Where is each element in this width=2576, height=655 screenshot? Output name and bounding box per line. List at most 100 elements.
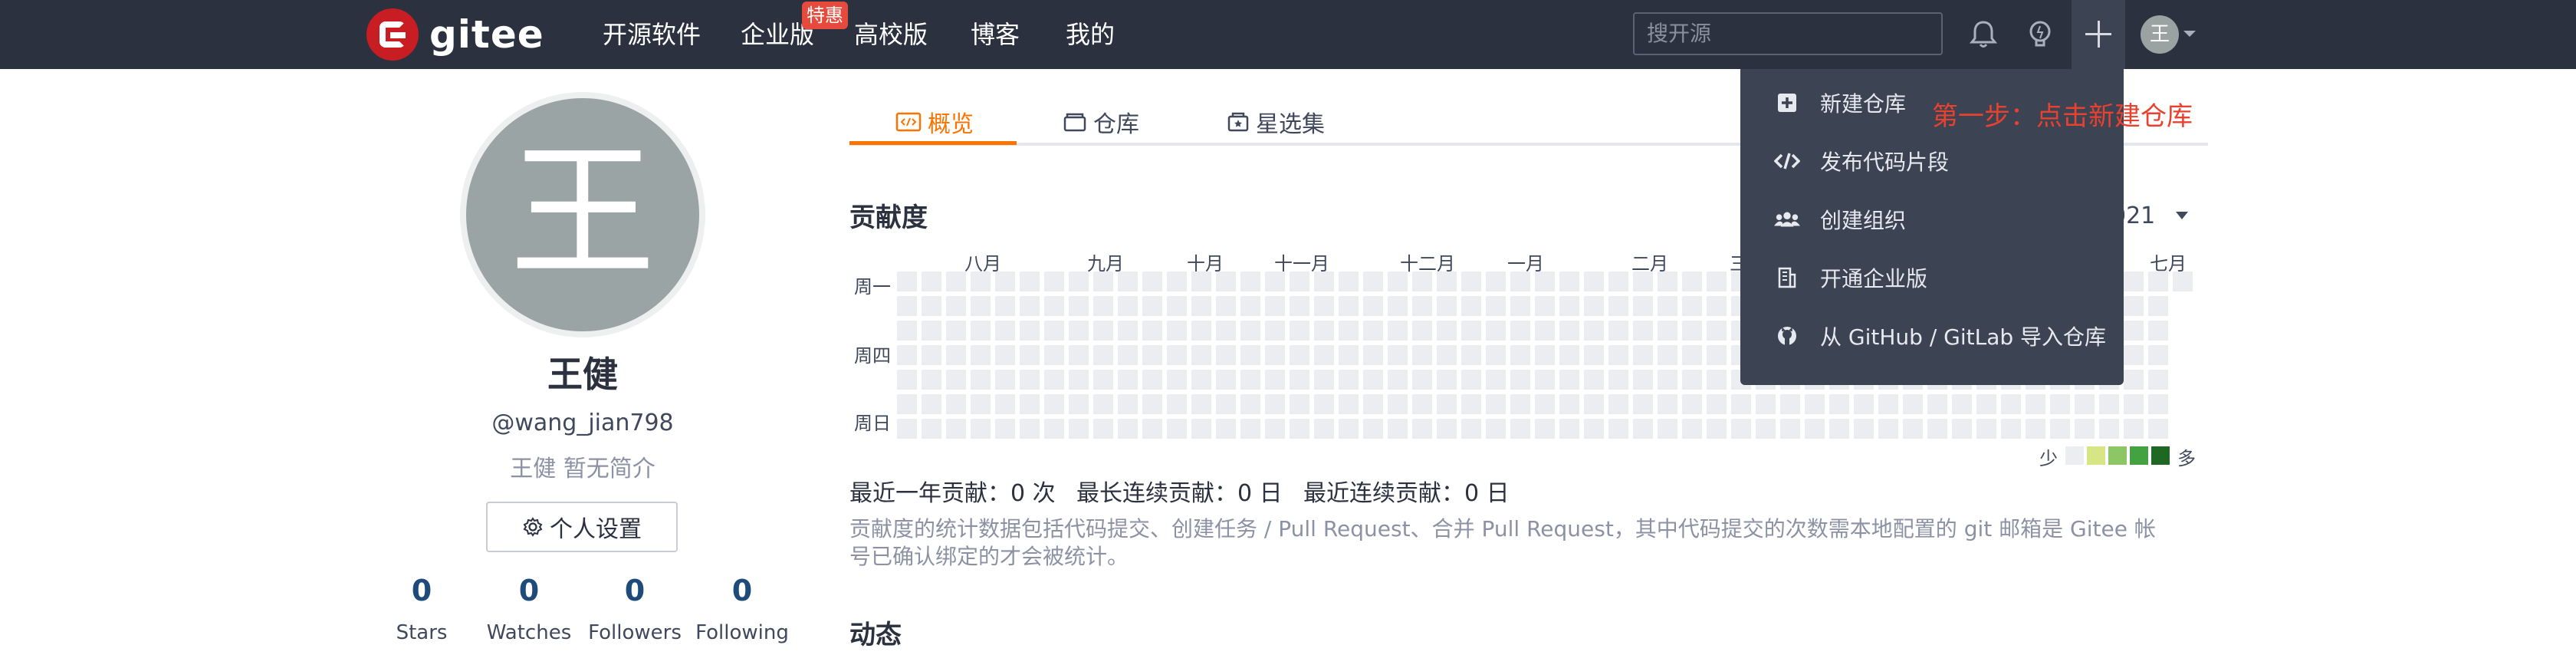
contribution-cell[interactable] (1339, 296, 1359, 316)
contribution-cell[interactable] (1388, 370, 1408, 390)
contribution-cell[interactable] (1191, 345, 1211, 365)
contribution-cell[interactable] (1314, 345, 1334, 365)
contribution-cell[interactable] (897, 321, 917, 341)
chevron-down-icon[interactable] (2176, 212, 2188, 219)
contribution-cell[interactable] (1412, 394, 1432, 414)
contribution-cell[interactable] (2124, 370, 2144, 390)
contribution-cell[interactable] (946, 296, 966, 316)
contribution-cell[interactable] (1412, 272, 1432, 291)
contribution-cell[interactable] (1314, 321, 1334, 341)
contribution-cell[interactable] (1584, 296, 1604, 316)
contribution-cell[interactable] (1437, 370, 1457, 390)
contribution-cell[interactable] (946, 419, 966, 439)
contribution-cell[interactable] (1388, 272, 1408, 291)
contribution-cell[interactable] (1093, 272, 1113, 291)
contribution-cell[interactable] (1216, 296, 1236, 316)
contribution-cell[interactable] (1216, 272, 1236, 291)
contribution-cell[interactable] (1559, 345, 1579, 365)
contribution-cell[interactable] (1314, 419, 1334, 439)
contribution-cell[interactable] (1314, 394, 1334, 414)
contribution-cell[interactable] (1707, 370, 1727, 390)
contribution-cell[interactable] (1167, 394, 1187, 414)
contribution-cell[interactable] (1461, 321, 1481, 341)
contribution-cell[interactable] (897, 345, 917, 365)
contribution-cell[interactable] (1878, 394, 1898, 414)
contribution-cell[interactable] (2148, 419, 2168, 439)
contribution-cell[interactable] (897, 296, 917, 316)
contribution-cell[interactable] (971, 419, 991, 439)
contribution-cell[interactable] (1069, 394, 1089, 414)
contribution-cell[interactable] (1142, 296, 1162, 316)
contribution-cell[interactable] (1437, 345, 1457, 365)
contribution-cell[interactable] (2124, 394, 2144, 414)
contribution-cell[interactable] (1069, 296, 1089, 316)
contribution-cell[interactable] (995, 370, 1015, 390)
contribution-cell[interactable] (1559, 370, 1579, 390)
contribution-cell[interactable] (995, 419, 1015, 439)
contribution-cell[interactable] (1633, 419, 1653, 439)
stat-following[interactable]: 0 Following (688, 574, 796, 644)
contribution-cell[interactable] (2099, 394, 2119, 414)
contribution-cell[interactable] (1118, 272, 1138, 291)
contribution-cell[interactable] (1976, 419, 1996, 439)
contribution-cell[interactable] (971, 272, 991, 291)
contribution-cell[interactable] (1290, 370, 1309, 390)
contribution-cell[interactable] (897, 370, 917, 390)
contribution-cell[interactable] (1388, 345, 1408, 365)
contribution-cell[interactable] (1510, 394, 1530, 414)
contribution-cell[interactable] (1756, 419, 1776, 439)
contribution-cell[interactable] (1608, 419, 1628, 439)
contribution-cell[interactable] (1388, 321, 1408, 341)
contribution-cell[interactable] (1608, 345, 1628, 365)
contribution-cell[interactable] (1437, 394, 1457, 414)
contribution-cell[interactable] (1682, 272, 1702, 291)
contribution-cell[interactable] (1265, 419, 1285, 439)
menu-item-enterprise[interactable]: 开通企业版 (1740, 249, 2124, 307)
contribution-cell[interactable] (971, 321, 991, 341)
contribution-cell[interactable] (922, 370, 941, 390)
contribution-cell[interactable] (1486, 370, 1506, 390)
contribution-cell[interactable] (1780, 419, 1800, 439)
contribution-cell[interactable] (2124, 272, 2144, 291)
contribution-cell[interactable] (2148, 345, 2168, 365)
contribution-cell[interactable] (2124, 296, 2144, 316)
contribution-cell[interactable] (1559, 296, 1579, 316)
contribution-cell[interactable] (1363, 394, 1383, 414)
contribution-cell[interactable] (971, 345, 991, 365)
contribution-cell[interactable] (1290, 345, 1309, 365)
contribution-cell[interactable] (1633, 321, 1653, 341)
contribution-cell[interactable] (1682, 345, 1702, 365)
contribution-cell[interactable] (1290, 394, 1309, 414)
contribution-cell[interactable] (2050, 419, 2070, 439)
contribution-cell[interactable] (1020, 394, 1040, 414)
contribution-cell[interactable] (1142, 370, 1162, 390)
contribution-cell[interactable] (1559, 394, 1579, 414)
contribution-cell[interactable] (1265, 370, 1285, 390)
contribution-cell[interactable] (2099, 419, 2119, 439)
tab-overview[interactable]: 概览 (895, 98, 974, 146)
contribution-cell[interactable] (1363, 345, 1383, 365)
contribution-cell[interactable] (1363, 321, 1383, 341)
contribution-cell[interactable] (1486, 419, 1506, 439)
contribution-cell[interactable] (1461, 345, 1481, 365)
profile-avatar[interactable]: 王 (460, 92, 705, 337)
contribution-cell[interactable] (1265, 345, 1285, 365)
contribution-cell[interactable] (1535, 296, 1555, 316)
contribution-cell[interactable] (1265, 272, 1285, 291)
contribution-cell[interactable] (1069, 321, 1089, 341)
contribution-cell[interactable] (1707, 272, 1727, 291)
contribution-cell[interactable] (922, 296, 941, 316)
contribution-cell[interactable] (1240, 394, 1260, 414)
contribution-cell[interactable] (1363, 296, 1383, 316)
contribution-cell[interactable] (995, 296, 1015, 316)
contribution-cell[interactable] (1437, 419, 1457, 439)
contribution-cell[interactable] (1608, 296, 1628, 316)
contribution-cell[interactable] (1388, 419, 1408, 439)
contribution-cell[interactable] (1020, 419, 1040, 439)
contribution-cell[interactable] (1633, 345, 1653, 365)
contribution-cell[interactable] (1339, 394, 1359, 414)
contribution-cell[interactable] (1216, 345, 1236, 365)
contribution-cell[interactable] (946, 370, 966, 390)
contribution-cell[interactable] (1658, 321, 1677, 341)
contribution-cell[interactable] (1240, 272, 1260, 291)
